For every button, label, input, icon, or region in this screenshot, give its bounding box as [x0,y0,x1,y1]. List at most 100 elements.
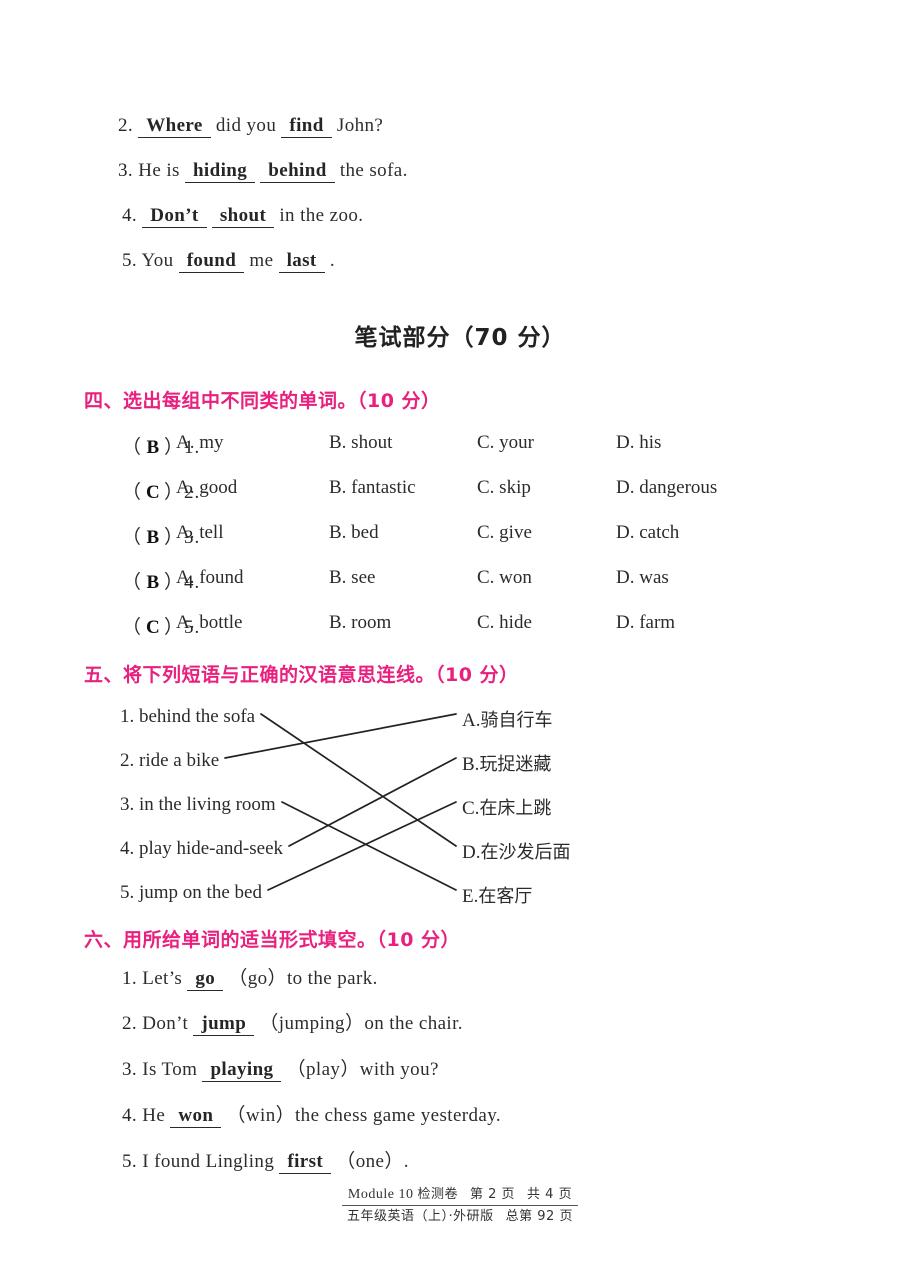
match-left-item[interactable]: 4. play hide-and-seek [120,838,283,860]
match-right-item[interactable]: A.骑自行车 [462,706,552,732]
match-right-letter: E. [462,886,479,907]
match-right-item[interactable]: E.在客厅 [462,882,532,908]
sentence-text: He [142,1105,166,1126]
worksheet-page: 2. Where did you find John? 3. He is hid… [0,0,920,1282]
match-right-item[interactable]: D.在沙发后面 [462,838,570,864]
answer-blank[interactable]: go [187,968,224,991]
part-title: 笔试部分（70 分） [354,325,566,351]
sentence-text: John? [336,115,384,136]
fill-in-row: 5. I found Lingling first （one）. [122,1151,409,1174]
fill-in-row: 2. Where did you find John? [118,115,383,138]
match-right-label: 在客厅 [478,886,533,907]
match-connector-line [224,713,457,759]
sentence-text: Don’t [142,1013,189,1034]
fill-in-row: 3. Is Tom playing （play）with you? [122,1059,439,1082]
footer-book-page: 总第 92 页 [505,1209,573,1224]
answer-blank[interactable]: find [281,115,332,138]
match-right-letter: D. [462,842,481,863]
answer-blank[interactable]: hiding [184,160,256,183]
fill-in-row: 1. Let’s go （go）to the park. [122,968,378,991]
option-d: D. farm [616,612,676,633]
section-six-heading: 六、用所给单词的适当形式填空。（10 分） [84,929,461,951]
sentence-text: （one）. [336,1151,409,1172]
fill-in-row: 4. He won （win）the chess game yesterday. [122,1105,501,1128]
match-right-letter: A. [462,710,481,731]
sentence-text: （win）the chess game yesterday. [226,1105,502,1126]
option-b: B. fantastic [329,477,416,498]
matching-exercise: 1. behind the sofa 2. ride a bike 3. in … [0,694,920,909]
answer-blank[interactable]: first [279,1151,332,1174]
answer-blank[interactable]: shout [211,205,275,228]
match-connector-line [281,801,457,891]
answer-blank[interactable]: last [278,250,325,273]
sentence-text: Let’s [142,968,183,989]
option-d: D. dangerous [616,477,718,498]
match-right-letter: C. [462,798,480,819]
footer-total-pages: 共 4 页 [527,1187,573,1202]
footer-line-two: 五年级英语（上）·外研版 总第 92 页 [0,1205,920,1225]
footer-line-one: Module 10 检测卷 第 2 页 共 4 页 [0,1183,920,1206]
option-c: C. hide [477,612,532,633]
match-left-item[interactable]: 3. in the living room [120,794,276,816]
footer-grade: 五年级英语（上）·外研版 [347,1209,494,1224]
fill-in-row: 4. Don’t shout in the zoo. [122,205,363,228]
answer-blank[interactable]: jump [193,1013,255,1036]
item-number: 2. [122,1013,138,1034]
option-a: A. found [176,567,244,588]
match-right-item[interactable]: B.玩捉迷藏 [462,750,551,776]
option-a: A. my [176,432,224,453]
sentence-text: （play）with you? [286,1059,439,1080]
option-d: D. his [616,432,662,453]
match-right-letter: B. [462,754,480,775]
item-number: 4. [122,1105,138,1126]
option-a: A. tell [176,522,224,543]
item-number: 1. [122,968,138,989]
match-right-label: 在床上跳 [479,798,552,819]
choice-row: （C ）5. A. bottle B. room C. hide D. farm [0,612,920,638]
match-right-label: 骑自行车 [480,710,553,731]
answer-blank[interactable]: won [170,1105,222,1128]
answer-blank[interactable]: found [178,250,245,273]
sentence-text: （go）to the park. [228,968,378,989]
item-number: 5. [122,250,138,271]
item-number: 5. [122,1151,138,1172]
match-connector-line [288,757,457,847]
match-right-item[interactable]: C.在床上跳 [462,794,551,820]
sentence-text: me [249,250,274,271]
footer-module: Module 10 [347,1187,414,1202]
answer-blank[interactable]: playing [202,1059,282,1082]
item-number: 2. [118,115,134,136]
option-b: B. bed [329,522,379,543]
option-b: B. shout [329,432,393,453]
item-number: 4. [122,205,138,226]
option-d: D. was [616,567,669,588]
sentence-text: （jumping）on the chair. [259,1013,463,1034]
sentence-text: . [329,250,335,271]
choice-row: （B ）3. A. tell B. bed C. give D. catch [0,522,920,548]
match-left-item[interactable]: 2. ride a bike [120,750,219,772]
choice-row: （B ）4. A. found B. see C. won D. was [0,567,920,593]
option-d: D. catch [616,522,680,543]
choice-row: （B ）1. A. my B. shout C. your D. his [0,432,920,458]
option-b: B. see [329,567,376,588]
fill-in-row: 2. Don’t jump （jumping）on the chair. [122,1013,463,1036]
option-c: C. won [477,567,532,588]
footer-module-cn: 检测卷 [417,1187,458,1202]
match-left-item[interactable]: 1. behind the sofa [120,706,255,728]
option-a: A. good [176,477,238,498]
option-b: B. room [329,612,392,633]
sentence-text: in the zoo. [279,205,364,226]
item-number: 3. [118,160,134,181]
answer-blank[interactable]: Where [138,115,211,138]
sentence-text: He is [138,160,180,181]
match-left-item[interactable]: 5. jump on the bed [120,882,262,904]
sentence-text: I found Lingling [142,1151,275,1172]
option-c: C. give [477,522,532,543]
answer-blank[interactable]: Don’t [142,205,207,228]
option-a: A. bottle [176,612,243,633]
item-number: 3. [122,1059,138,1080]
sentence-text: did you [215,115,277,136]
footer-page: 第 2 页 [469,1187,516,1202]
fill-in-row: 5. You found me last . [122,250,335,273]
answer-blank[interactable]: behind [260,160,335,183]
